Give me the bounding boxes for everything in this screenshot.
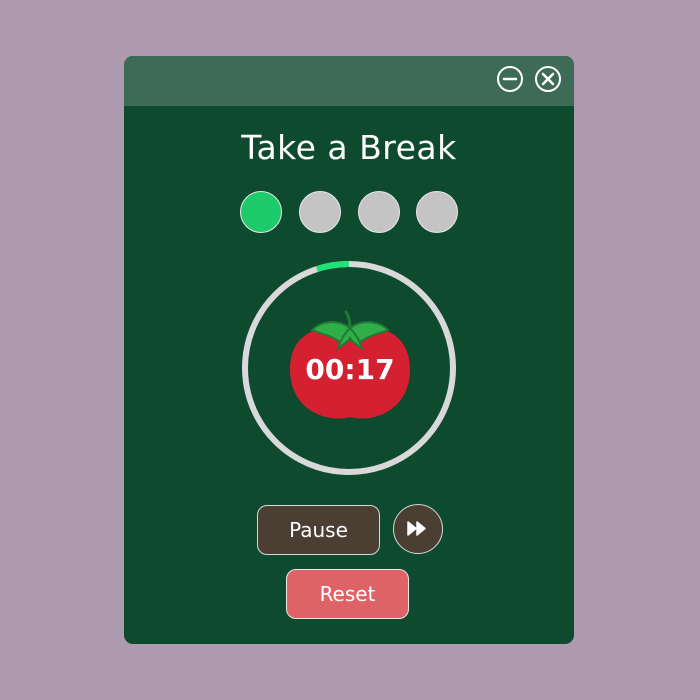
title-bar <box>124 56 574 106</box>
session-dot-4 <box>416 191 458 233</box>
pause-button[interactable]: Pause <box>257 505 380 555</box>
minus-circle-icon <box>502 77 518 81</box>
reset-button[interactable]: Reset <box>286 569 409 619</box>
session-indicators <box>240 191 460 235</box>
pomodoro-window: Take a Break 00:17 Pause Reset <box>124 56 574 644</box>
minimize-button[interactable] <box>497 66 523 92</box>
session-dot-2 <box>299 191 341 233</box>
x-circle-icon <box>541 72 555 86</box>
fast-forward-icon <box>407 521 426 536</box>
page-title: Take a Break <box>241 128 457 167</box>
close-button[interactable] <box>535 66 561 92</box>
timer-display: 00:17 <box>305 353 395 386</box>
session-dot-1 <box>240 191 282 233</box>
session-dot-3 <box>358 191 400 233</box>
skip-button[interactable] <box>393 504 443 554</box>
